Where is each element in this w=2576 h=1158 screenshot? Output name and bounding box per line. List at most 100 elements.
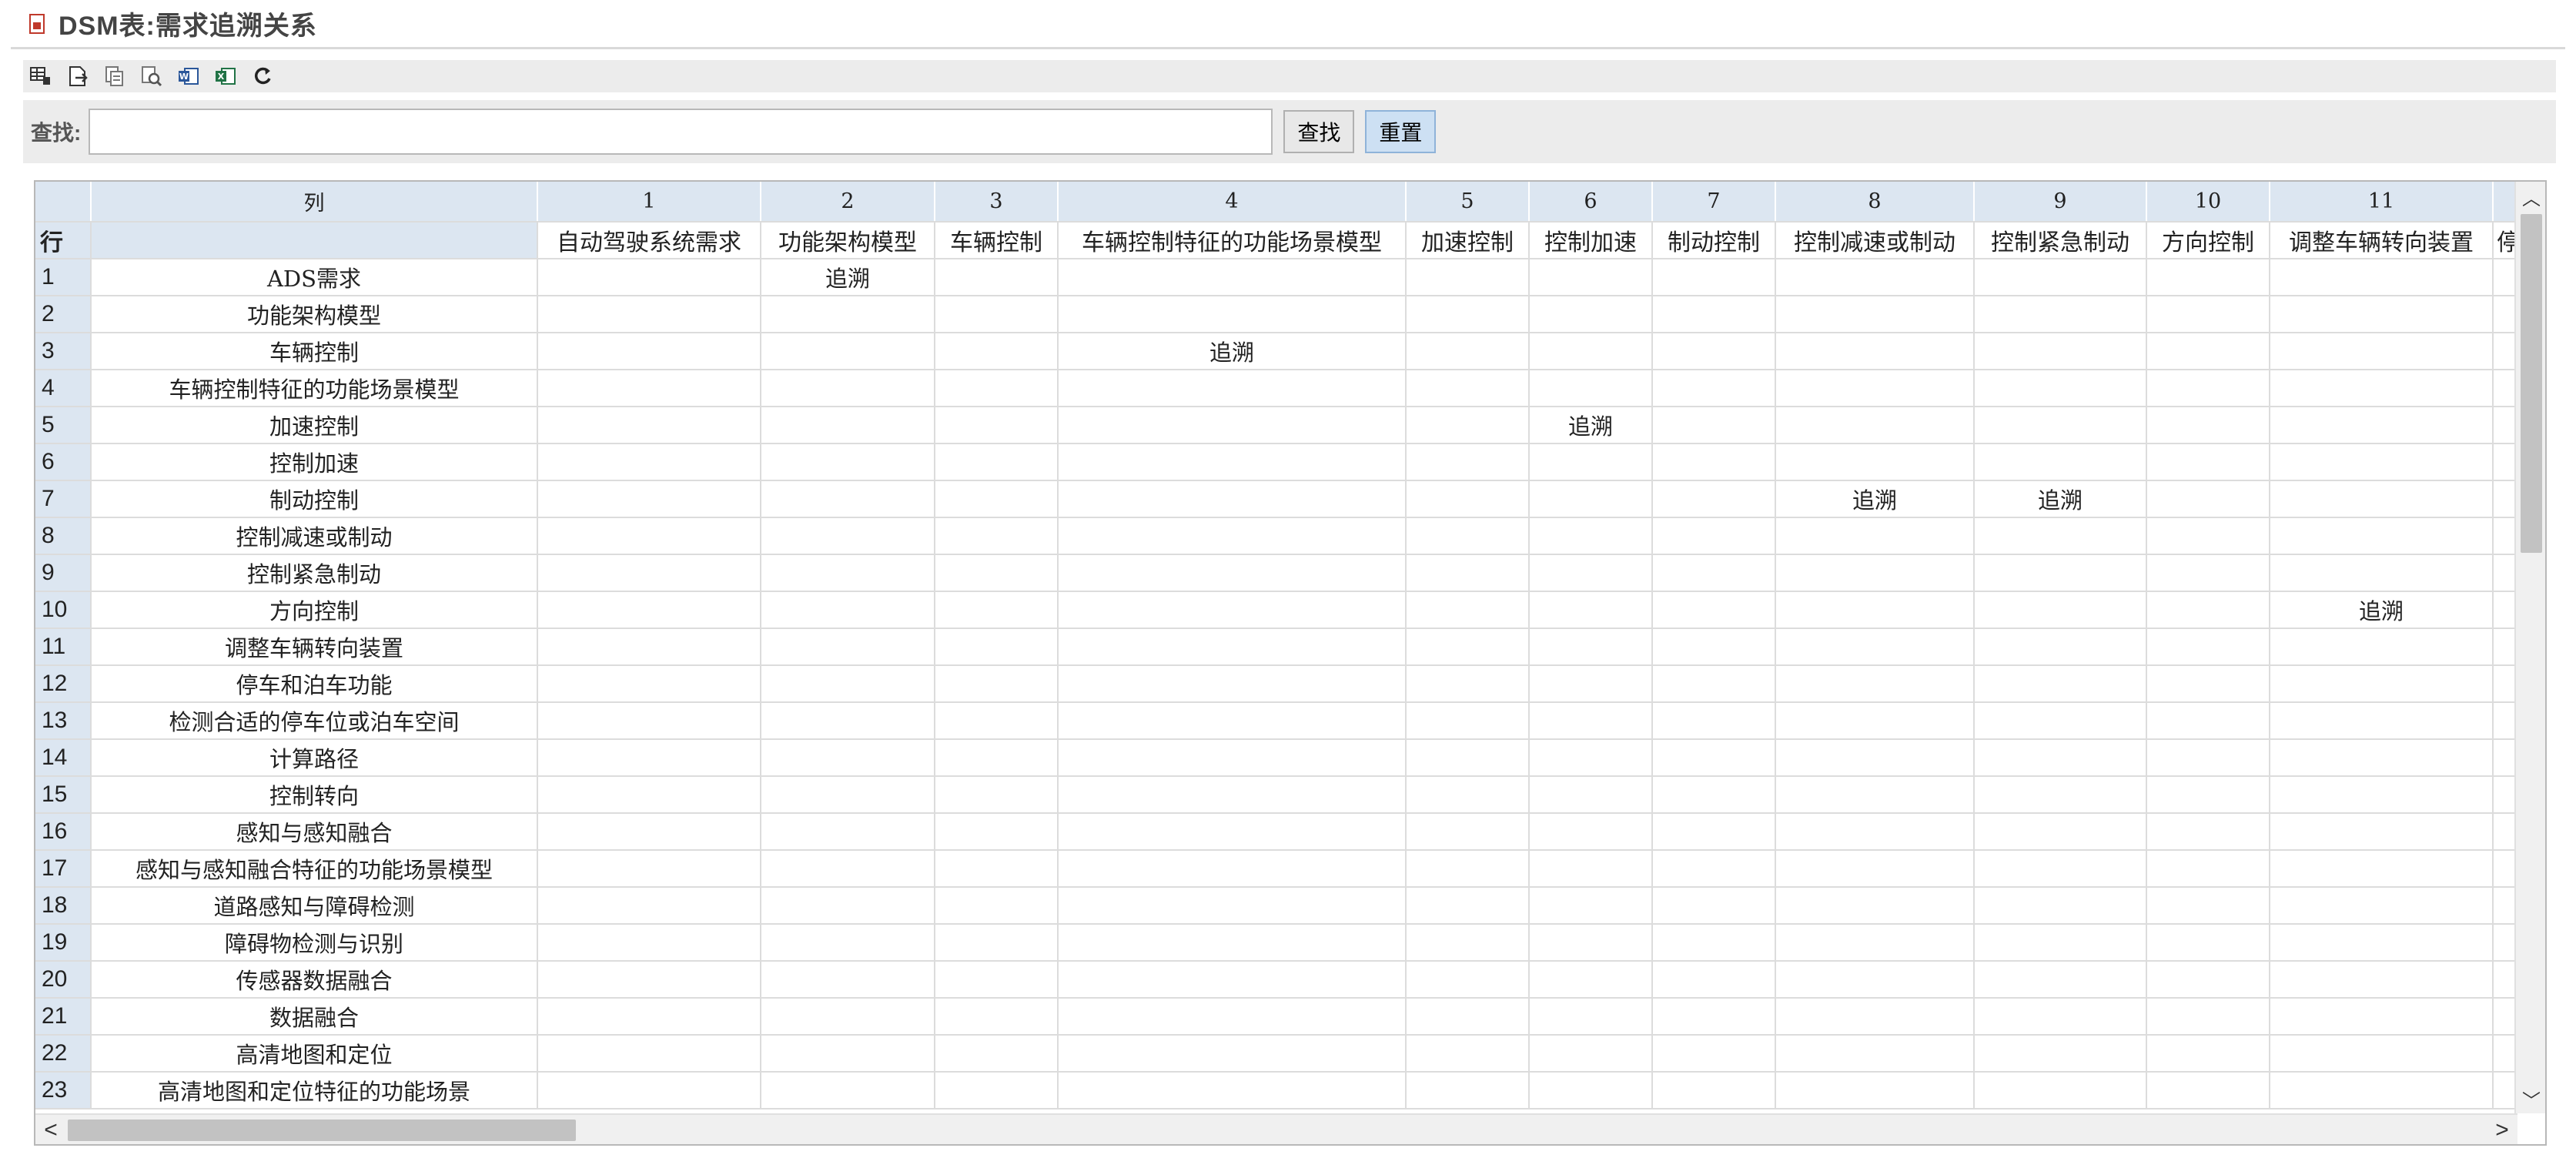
matrix-cell[interactable] xyxy=(1652,628,1776,666)
matrix-cell[interactable] xyxy=(1058,443,1407,481)
row-header[interactable]: 感知与感知融合特征的功能场景模型 xyxy=(91,850,538,888)
matrix-cell[interactable] xyxy=(2146,702,2270,740)
matrix-cell[interactable] xyxy=(1974,739,2147,777)
column-header[interactable]: 方向控制 xyxy=(2146,222,2270,259)
matrix-cell[interactable] xyxy=(2146,998,2270,1036)
matrix-cell[interactable] xyxy=(1974,1035,2147,1073)
matrix-cell[interactable] xyxy=(1529,1035,1653,1073)
trace-cell[interactable]: 追溯 xyxy=(2270,591,2494,629)
matrix-cell[interactable] xyxy=(1406,739,1530,777)
matrix-cell[interactable] xyxy=(935,333,1059,370)
matrix-cell[interactable] xyxy=(1974,517,2147,555)
horizontal-scroll-thumb[interactable] xyxy=(68,1120,576,1141)
matrix-cell[interactable] xyxy=(761,850,935,888)
matrix-cell[interactable] xyxy=(761,1035,935,1073)
row-header[interactable]: 高清地图和定位特征的功能场景 xyxy=(91,1072,538,1109)
matrix-cell[interactable] xyxy=(2270,370,2494,407)
matrix-cell[interactable] xyxy=(935,739,1059,777)
matrix-cell[interactable] xyxy=(1058,998,1407,1036)
excel-icon[interactable]: X xyxy=(212,63,239,89)
matrix-cell[interactable] xyxy=(1529,924,1653,962)
row-header[interactable]: 车辆控制 xyxy=(91,333,538,370)
matrix-cell[interactable] xyxy=(935,665,1059,703)
matrix-cell[interactable] xyxy=(761,998,935,1036)
matrix-cell[interactable] xyxy=(1058,591,1407,629)
matrix-cell[interactable] xyxy=(2270,739,2494,777)
matrix-cell[interactable] xyxy=(1406,628,1530,666)
row-header[interactable]: 控制转向 xyxy=(91,776,538,814)
trace-cell[interactable]: 追溯 xyxy=(1974,480,2147,518)
matrix-cell[interactable] xyxy=(1775,998,1975,1036)
matrix-cell[interactable] xyxy=(935,1072,1059,1109)
matrix-cell[interactable] xyxy=(1406,480,1530,518)
matrix-cell[interactable] xyxy=(1406,1072,1530,1109)
matrix-cell[interactable] xyxy=(1406,850,1530,888)
column-header[interactable]: 车辆控制 xyxy=(935,222,1059,259)
column-header[interactable]: 自动驾驶系统需求 xyxy=(537,222,761,259)
matrix-cell[interactable] xyxy=(1058,776,1407,814)
matrix-cell[interactable] xyxy=(1974,407,2147,444)
matrix-cell[interactable] xyxy=(1775,924,1975,962)
matrix-cell[interactable] xyxy=(2270,517,2494,555)
matrix-cell[interactable] xyxy=(2146,333,2270,370)
row-header[interactable]: 数据融合 xyxy=(91,998,538,1036)
matrix-cell[interactable] xyxy=(1058,296,1407,333)
matrix-cell[interactable] xyxy=(935,591,1059,629)
matrix-cell[interactable] xyxy=(1974,665,2147,703)
matrix-cell[interactable] xyxy=(1406,702,1530,740)
matrix-cell[interactable] xyxy=(1529,813,1653,851)
matrix-cell[interactable] xyxy=(1974,554,2147,592)
matrix-cell[interactable] xyxy=(1529,1072,1653,1109)
matrix-cell[interactable] xyxy=(1775,554,1975,592)
matrix-cell[interactable] xyxy=(2270,628,2494,666)
matrix-cell[interactable] xyxy=(2146,1072,2270,1109)
matrix-cell[interactable] xyxy=(1529,591,1653,629)
matrix-cell[interactable] xyxy=(761,628,935,666)
matrix-cell[interactable] xyxy=(761,296,935,333)
matrix-cell[interactable] xyxy=(1652,407,1776,444)
matrix-cell[interactable] xyxy=(1058,850,1407,888)
row-header[interactable]: 方向控制 xyxy=(91,591,538,629)
row-header[interactable]: 车辆控制特征的功能场景模型 xyxy=(91,370,538,407)
matrix-cell[interactable] xyxy=(1974,924,2147,962)
matrix-cell[interactable] xyxy=(1775,739,1975,777)
matrix-cell[interactable] xyxy=(2270,998,2494,1036)
column-header[interactable]: 功能架构模型 xyxy=(761,222,935,259)
vertical-scrollbar[interactable]: ︿ ﹀ xyxy=(2514,182,2545,1113)
matrix-cell[interactable] xyxy=(2146,1035,2270,1073)
matrix-cell[interactable] xyxy=(1652,259,1776,296)
matrix-cell[interactable] xyxy=(1974,961,2147,999)
trace-cell[interactable]: 追溯 xyxy=(1529,407,1653,444)
matrix-cell[interactable] xyxy=(1406,776,1530,814)
row-header[interactable]: 控制紧急制动 xyxy=(91,554,538,592)
matrix-cell[interactable] xyxy=(1652,887,1776,925)
matrix-cell[interactable] xyxy=(935,628,1059,666)
matrix-cell[interactable] xyxy=(1652,370,1776,407)
matrix-cell[interactable] xyxy=(761,407,935,444)
column-header[interactable]: 控制紧急制动 xyxy=(1974,222,2147,259)
matrix-cell[interactable] xyxy=(2270,813,2494,851)
matrix-cell[interactable] xyxy=(1775,443,1975,481)
matrix-cell[interactable] xyxy=(1529,887,1653,925)
matrix-cell[interactable] xyxy=(2270,665,2494,703)
matrix-cell[interactable] xyxy=(761,517,935,555)
matrix-cell[interactable] xyxy=(1974,850,2147,888)
matrix-cell[interactable] xyxy=(1529,961,1653,999)
trace-cell[interactable]: 追溯 xyxy=(761,259,935,296)
matrix-cell[interactable] xyxy=(1406,370,1530,407)
matrix-cell[interactable] xyxy=(1406,333,1530,370)
matrix-cell[interactable] xyxy=(1058,924,1407,962)
row-header[interactable]: 计算路径 xyxy=(91,739,538,777)
matrix-cell[interactable] xyxy=(935,259,1059,296)
matrix-cell[interactable] xyxy=(1406,665,1530,703)
matrix-cell[interactable] xyxy=(537,702,761,740)
matrix-cell[interactable] xyxy=(537,665,761,703)
matrix-cell[interactable] xyxy=(2270,961,2494,999)
row-header[interactable]: 控制减速或制动 xyxy=(91,517,538,555)
matrix-cell[interactable] xyxy=(2146,591,2270,629)
matrix-cell[interactable] xyxy=(2270,480,2494,518)
matrix-cell[interactable] xyxy=(1652,1035,1776,1073)
matrix-cell[interactable] xyxy=(1406,887,1530,925)
matrix-cell[interactable] xyxy=(935,850,1059,888)
matrix-cell[interactable] xyxy=(2146,961,2270,999)
